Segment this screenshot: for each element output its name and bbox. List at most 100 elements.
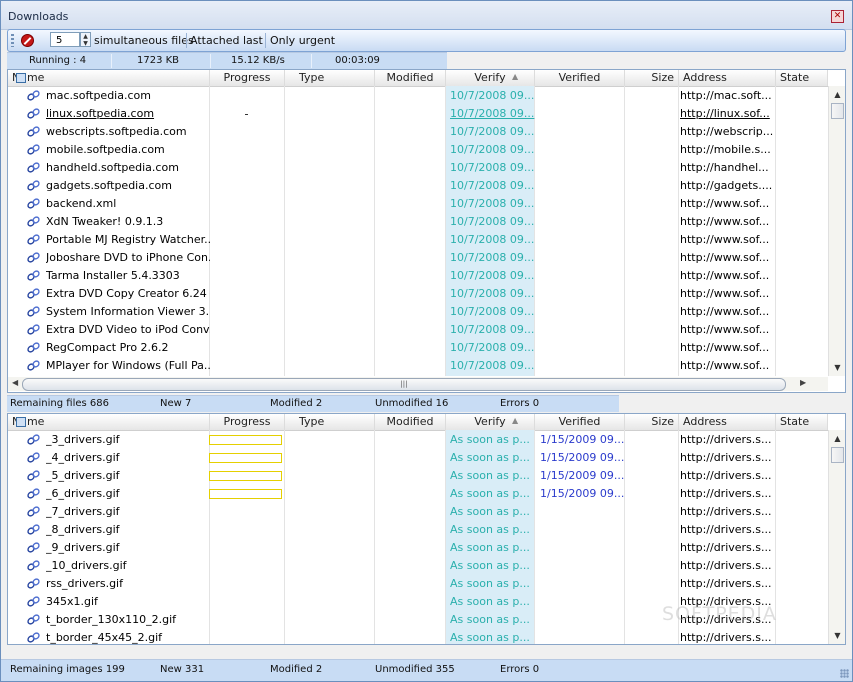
image-row[interactable]: _7_drivers.gif As soon as p... http://driv… bbox=[8, 503, 825, 521]
scroll-right-icon[interactable]: ▶ bbox=[800, 378, 806, 387]
verify-date: 10/7/2008 09... bbox=[450, 251, 535, 264]
file-name: Joboshare DVD to iPhone Con... bbox=[46, 251, 210, 264]
column-header-state[interactable]: State bbox=[776, 414, 828, 430]
scroll-up-icon[interactable]: ▲ bbox=[831, 88, 844, 101]
download-row[interactable]: linux.softpedia.com 10/7/2008 09... http:/… bbox=[8, 105, 825, 123]
column-header-progress[interactable]: Progress bbox=[210, 70, 285, 86]
download-row[interactable]: handheld.softpedia.com 10/7/2008 09... htt… bbox=[8, 159, 825, 177]
file-address: http://www.sof... bbox=[680, 287, 770, 300]
column-header-verify[interactable]: Verify bbox=[446, 414, 535, 430]
image-row[interactable]: t_border_45x45_2.gif As soon as p... http:… bbox=[8, 629, 825, 644]
verify-date: As soon as p... bbox=[450, 613, 530, 626]
image-row[interactable]: _6_drivers.gif As soon as p... 1/15/2009 0… bbox=[8, 485, 825, 503]
verify-date: As soon as p... bbox=[450, 505, 530, 518]
window-title: Downloads bbox=[8, 10, 69, 23]
file-address: http://mobile.s... bbox=[680, 143, 771, 156]
toolbar-separator bbox=[265, 33, 266, 48]
download-row[interactable]: backend.xml 10/7/2008 09... http://www.sof… bbox=[8, 195, 825, 213]
download-row[interactable]: XdN Tweaker! 0.9.1.3 10/7/2008 09... http:… bbox=[8, 213, 825, 231]
image-row[interactable]: _9_drivers.gif As soon as p... http://driv… bbox=[8, 539, 825, 557]
scroll-thumb[interactable] bbox=[831, 103, 844, 119]
scroll-up-icon[interactable]: ▲ bbox=[831, 432, 844, 445]
simultaneous-files-input[interactable]: 5 bbox=[50, 32, 80, 47]
new-images: New 331 bbox=[160, 664, 205, 675]
horizontal-scrollbar[interactable]: ◀ ||| ▶ bbox=[8, 377, 828, 391]
download-row[interactable]: MPlayer for Windows (Full Pa... 10/7/2008… bbox=[8, 357, 825, 375]
image-row[interactable]: _5_drivers.gif As soon as p... 1/15/2009 0… bbox=[8, 467, 825, 485]
file-link-icon bbox=[27, 234, 40, 245]
image-row[interactable]: rss_drivers.gif As soon as p... http://dri… bbox=[8, 575, 825, 593]
scroll-down-icon[interactable]: ▼ bbox=[831, 361, 844, 374]
file-address: http://drivers.s... bbox=[680, 487, 772, 500]
download-row[interactable]: Tarma Installer 5.4.3303 10/7/2008 09... h… bbox=[8, 267, 825, 285]
column-header-size[interactable]: Size bbox=[625, 70, 679, 86]
type-filter-icon[interactable] bbox=[16, 73, 26, 83]
download-row[interactable]: Extra DVD Copy Creator 6.24 10/7/2008 09.… bbox=[8, 285, 825, 303]
column-header-modified[interactable]: Modified bbox=[375, 414, 446, 430]
file-address: http://gadgets.... bbox=[680, 179, 773, 192]
column-header-state[interactable]: State bbox=[776, 70, 828, 86]
download-speed: 15.12 KB/s bbox=[231, 55, 285, 66]
image-row[interactable]: _3_drivers.gif As soon as p... 1/15/2009 0… bbox=[8, 431, 825, 449]
column-header-address[interactable]: Address bbox=[679, 414, 776, 430]
download-row[interactable]: Joboshare DVD to iPhone Con... 10/7/2008 … bbox=[8, 249, 825, 267]
horizontal-scroll-thumb[interactable]: ||| bbox=[22, 378, 786, 391]
file-name: Portable MJ Registry Watcher... bbox=[46, 233, 210, 246]
vertical-scrollbar[interactable]: ▲ ▼ bbox=[828, 430, 845, 644]
file-link-icon bbox=[27, 452, 40, 463]
image-row[interactable]: _4_drivers.gif As soon as p... 1/15/2009 0… bbox=[8, 449, 825, 467]
download-row[interactable]: Extra DVD Video to iPod Conv... 10/7/2008… bbox=[8, 321, 825, 339]
file-link-icon bbox=[27, 470, 40, 481]
verify-date: 10/7/2008 09... bbox=[450, 233, 535, 246]
file-address: http://www.sof... bbox=[680, 233, 770, 246]
close-icon[interactable]: ✕ bbox=[831, 10, 844, 23]
column-header-progress[interactable]: Progress bbox=[210, 414, 285, 430]
file-name: _6_drivers.gif bbox=[46, 487, 120, 500]
download-row[interactable]: mobile.softpedia.com 10/7/2008 09... http:… bbox=[8, 141, 825, 159]
attached-last-button[interactable]: Attached last bbox=[190, 34, 263, 47]
file-link-icon bbox=[27, 560, 40, 571]
column-header-name[interactable]: Name bbox=[8, 414, 210, 430]
column-header-type[interactable]: Type bbox=[285, 414, 375, 430]
images-status-bar: Remaining images 199 New 331 Modified 2 … bbox=[1, 659, 852, 681]
column-header-modified[interactable]: Modified bbox=[375, 70, 446, 86]
vertical-scrollbar[interactable]: ▲ ▼ bbox=[828, 86, 845, 376]
file-link-icon bbox=[27, 596, 40, 607]
download-row[interactable]: mac.softpedia.com 10/7/2008 09... http://m… bbox=[8, 87, 825, 105]
verify-date: 10/7/2008 09... bbox=[450, 89, 535, 102]
column-header-size[interactable]: Size bbox=[625, 414, 679, 430]
column-header-type[interactable]: Type bbox=[285, 70, 375, 86]
file-link-icon bbox=[27, 180, 40, 191]
download-row[interactable]: gadgets.softpedia.com 10/7/2008 09... http… bbox=[8, 177, 825, 195]
verify-date: 10/7/2008 09... bbox=[450, 215, 535, 228]
scroll-down-icon[interactable]: ▼ bbox=[831, 629, 844, 642]
column-header-name[interactable]: Name bbox=[8, 70, 210, 86]
image-row[interactable]: _10_drivers.gif As soon as p... http://dri… bbox=[8, 557, 825, 575]
running-downloads-list[interactable]: Name Progress Type Modified ▲ Verify Verified S… bbox=[7, 69, 846, 393]
file-name: _4_drivers.gif bbox=[46, 451, 120, 464]
file-address: http://www.sof... bbox=[680, 359, 770, 372]
toolbar-grip-icon[interactable] bbox=[11, 34, 14, 47]
stop-icon[interactable] bbox=[21, 34, 34, 47]
download-row[interactable]: Portable MJ Registry Watcher... 10/7/2008… bbox=[8, 231, 825, 249]
column-header-verified[interactable]: Verified bbox=[535, 414, 625, 430]
scroll-thumb[interactable] bbox=[831, 447, 844, 463]
running-count: Running : 4 bbox=[29, 55, 87, 66]
file-link-icon bbox=[27, 288, 40, 299]
column-header-verified[interactable]: Verified bbox=[535, 70, 625, 86]
download-row[interactable]: System Information Viewer 3.... 10/7/2008… bbox=[8, 303, 825, 321]
file-name: _3_drivers.gif bbox=[46, 433, 120, 446]
download-row[interactable]: webscripts.softpedia.com 10/7/2008 09... h… bbox=[8, 123, 825, 141]
image-row[interactable]: _8_drivers.gif As soon as p... http://driv… bbox=[8, 521, 825, 539]
column-header-verify[interactable]: Verify bbox=[446, 70, 535, 86]
type-filter-icon[interactable] bbox=[16, 417, 26, 427]
progress-bar bbox=[209, 489, 282, 499]
column-header-address[interactable]: Address bbox=[679, 70, 776, 86]
file-address: http://www.sof... bbox=[680, 251, 770, 264]
resize-grip-icon[interactable] bbox=[840, 669, 849, 678]
file-address: http://www.sof... bbox=[680, 305, 770, 318]
scroll-left-icon[interactable]: ◀ bbox=[12, 378, 18, 387]
only-urgent-button[interactable]: Only urgent bbox=[270, 34, 335, 47]
download-row[interactable]: RegCompact Pro 2.6.2 10/7/2008 09... http:… bbox=[8, 339, 825, 357]
spinner-arrows-icon[interactable]: ▲ ▼ bbox=[80, 32, 91, 47]
